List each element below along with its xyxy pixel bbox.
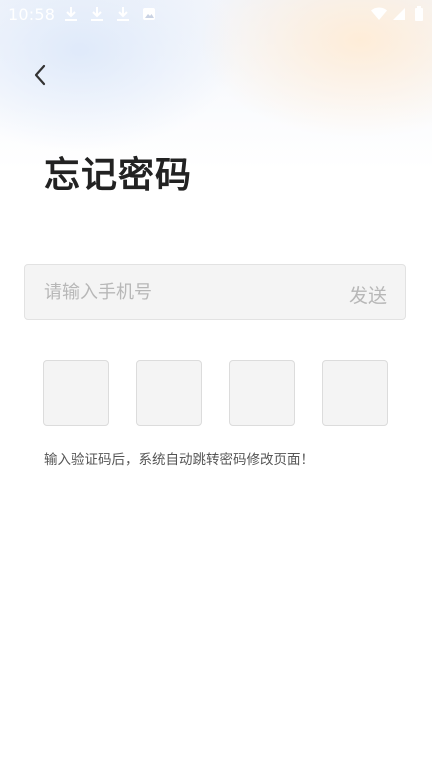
back-button[interactable] — [26, 60, 54, 94]
download-icon — [116, 6, 130, 22]
status-bar: 10:58 — [0, 0, 432, 30]
send-code-button[interactable]: 发送 — [349, 281, 387, 308]
phone-field-container: 发送 — [24, 264, 406, 320]
battery-icon — [414, 6, 424, 22]
signal-icon — [392, 6, 406, 22]
verification-code-box[interactable] — [43, 360, 109, 426]
image-notification-icon — [142, 6, 156, 22]
download-icon — [90, 6, 104, 22]
page-title: 忘记密码 — [44, 155, 193, 196]
status-time: 10:58 — [8, 5, 56, 24]
verification-code-box[interactable] — [136, 360, 202, 426]
verification-code-box[interactable] — [229, 360, 295, 426]
verification-hint-text: 输入验证码后，系统自动跳转密码修改页面！ — [44, 452, 314, 468]
phone-number-input[interactable] — [25, 265, 325, 319]
download-icon — [64, 6, 78, 22]
verification-code-box[interactable] — [322, 360, 388, 426]
wifi-icon — [370, 6, 388, 22]
chevron-left-icon — [33, 64, 47, 90]
